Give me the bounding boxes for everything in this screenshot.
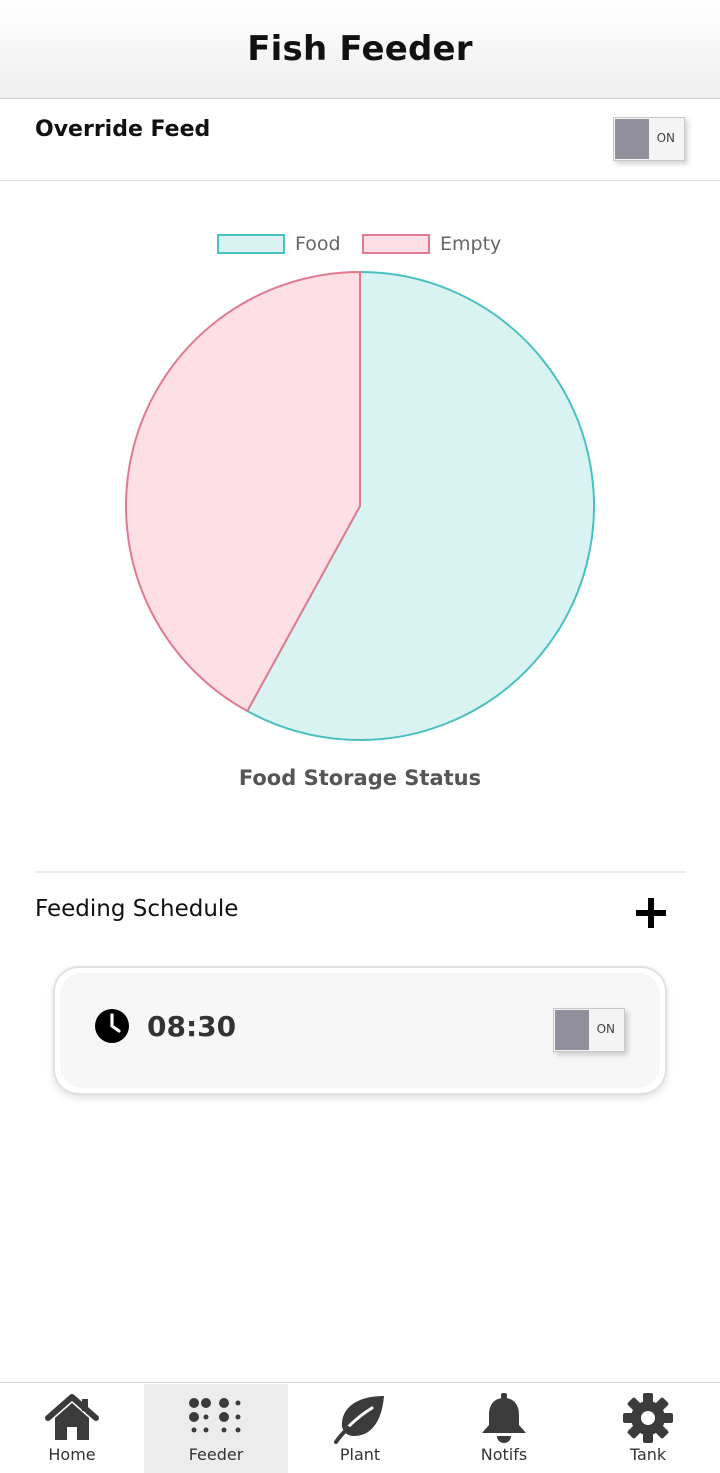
legend-item-empty[interactable]: Empty bbox=[362, 232, 501, 256]
nav-label-plant: Plant bbox=[339, 1445, 381, 1464]
food-storage-pie-chart bbox=[125, 271, 595, 741]
legend-label-food: Food bbox=[295, 233, 341, 255]
legend-swatch-empty bbox=[362, 234, 430, 254]
override-feed-toggle[interactable]: ON bbox=[613, 117, 685, 161]
nav-label-feeder: Feeder bbox=[188, 1445, 244, 1464]
legend-swatch-food bbox=[217, 234, 285, 254]
override-feed-label: Override Feed bbox=[35, 117, 211, 142]
chart-title: Food Storage Status bbox=[238, 766, 482, 790]
nav-item-feeder[interactable]: Feeder bbox=[144, 1384, 288, 1473]
nav-label-tank: Tank bbox=[629, 1445, 667, 1464]
schedule-time: 08:30 bbox=[147, 1010, 237, 1043]
nav-label-notifs: Notifs bbox=[480, 1445, 528, 1464]
dots-icon bbox=[189, 1398, 241, 1433]
schedule-item-toggle[interactable]: ON bbox=[553, 1008, 625, 1052]
feeding-schedule-label: Feeding Schedule bbox=[35, 896, 239, 922]
app-header: Fish Feeder bbox=[0, 0, 720, 99]
plus-icon bbox=[636, 898, 666, 928]
nav-item-home[interactable]: Home bbox=[0, 1384, 144, 1473]
home-icon bbox=[45, 1394, 99, 1440]
nav-item-notifs[interactable]: Notifs bbox=[432, 1384, 576, 1473]
clock-icon bbox=[95, 1009, 129, 1043]
bell-icon bbox=[482, 1393, 526, 1443]
legend-label-empty: Empty bbox=[440, 233, 502, 255]
toggle-knob bbox=[615, 119, 649, 159]
bottom-navigation: Home Feeder Plant Notifs Tank bbox=[0, 1382, 720, 1473]
section-divider bbox=[35, 871, 686, 873]
nav-label-home: Home bbox=[48, 1445, 96, 1464]
legend-item-food[interactable]: Food bbox=[217, 232, 341, 256]
toggle-knob bbox=[555, 1010, 589, 1050]
nav-item-tank[interactable]: Tank bbox=[576, 1384, 720, 1473]
override-feed-row: Override Feed ON bbox=[0, 99, 720, 181]
add-schedule-button[interactable] bbox=[630, 892, 672, 934]
gear-icon bbox=[623, 1393, 673, 1443]
leaf-icon bbox=[334, 1396, 384, 1444]
toggle-state-text: ON bbox=[656, 131, 675, 145]
page-title: Fish Feeder bbox=[247, 29, 473, 69]
nav-item-plant[interactable]: Plant bbox=[288, 1384, 432, 1473]
toggle-state-text: ON bbox=[596, 1022, 615, 1036]
